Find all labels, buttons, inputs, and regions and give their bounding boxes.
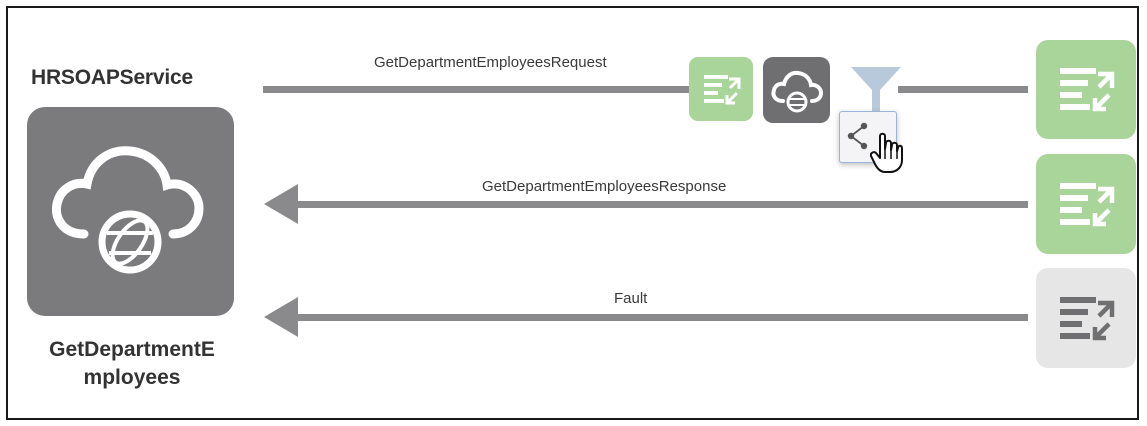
operation-name: GetDepartmentE mployees	[20, 336, 244, 392]
cloud-globe-icon	[771, 70, 824, 113]
operation-name-line-2: mployees	[83, 366, 181, 389]
fault-arrowhead	[264, 297, 298, 337]
fault-label: Fault	[614, 290, 648, 307]
fault-map-tile[interactable]	[1036, 268, 1136, 368]
hand-pointer-icon	[870, 132, 904, 174]
request-label: GetDepartmentEmployeesRequest	[374, 54, 607, 71]
request-map-tile[interactable]	[1036, 40, 1136, 139]
request-line-end[interactable]	[898, 86, 1028, 93]
response-map-tile[interactable]	[1036, 154, 1136, 254]
service-tile[interactable]	[27, 107, 234, 316]
request-mapper-tile[interactable]	[689, 57, 753, 121]
map-transform-icon	[1060, 68, 1115, 112]
response-line[interactable]	[296, 201, 1028, 208]
service-name: HRSOAPService	[31, 66, 193, 89]
request-line[interactable]	[263, 86, 691, 93]
filter-funnel-icon[interactable]	[848, 64, 904, 116]
map-transform-icon	[1060, 297, 1115, 341]
request-cloud-tile[interactable]	[763, 57, 830, 123]
cloud-globe-icon	[51, 146, 204, 274]
operation-name-line-1: GetDepartmentE	[49, 338, 215, 361]
map-transform-icon	[1060, 183, 1115, 227]
response-arrowhead	[264, 184, 298, 224]
fault-line[interactable]	[296, 314, 1028, 321]
map-transform-icon	[704, 75, 741, 105]
response-label: GetDepartmentEmployeesResponse	[482, 178, 727, 195]
